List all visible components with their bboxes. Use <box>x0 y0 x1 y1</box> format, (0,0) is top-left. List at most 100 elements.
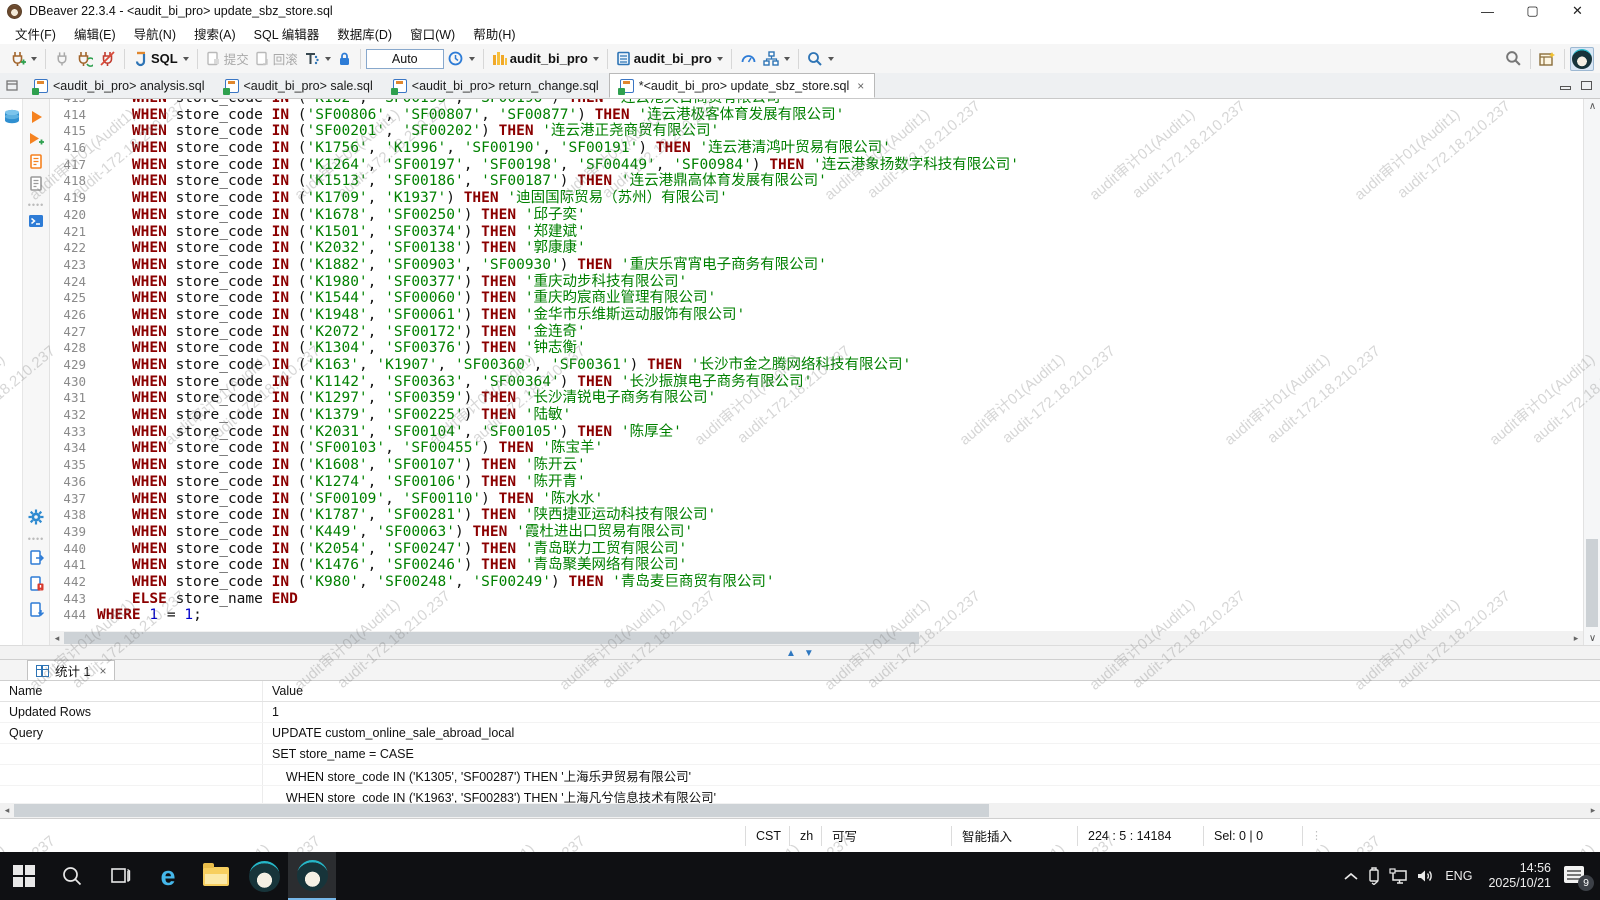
database-selector[interactable]: audit_bi_pro <box>613 47 726 71</box>
dbeaver-taskbar-button[interactable] <box>240 852 288 900</box>
editor-horizontal-scrollbar[interactable]: ◂ ▸ <box>50 631 1583 645</box>
menu-item-edit[interactable]: 编辑(E) <box>65 21 125 46</box>
maximize-panel-icon[interactable]: ▲ <box>786 648 796 659</box>
sql-search-button[interactable] <box>804 47 837 71</box>
code-line-433[interactable]: 433 WHEN store_code IN ('K2031', 'SF0010… <box>50 424 1583 441</box>
code-line-434[interactable]: 434 WHEN store_code IN ('SF00103', 'SF00… <box>50 440 1583 457</box>
quick-access-search-button[interactable] <box>1502 47 1525 71</box>
code-line-435[interactable]: 435 WHEN store_code IN ('K1608', 'SF0010… <box>50 457 1583 474</box>
transaction-log-button[interactable] <box>301 47 334 71</box>
taskbar-clock[interactable]: 14:56 2025/10/21 <box>1482 861 1557 891</box>
settings-gear-button[interactable] <box>26 507 46 527</box>
menu-item-sql-editor[interactable]: SQL 编辑器 <box>245 21 329 46</box>
reconnect-button[interactable] <box>73 47 96 71</box>
minimize-panel-icon[interactable]: ▼ <box>804 648 814 659</box>
minimize-editor-button[interactable] <box>1560 86 1571 90</box>
scrollbar-thumb[interactable] <box>14 804 989 817</box>
rollback-button[interactable]: 回滚 <box>252 47 301 71</box>
code-line-428[interactable]: 428 WHEN store_code IN ('K1304', 'SF0037… <box>50 340 1583 357</box>
table-row[interactable]: Updated Rows1 <box>0 702 1600 723</box>
tray-chevron-up-icon[interactable] <box>1343 871 1359 881</box>
database-navigator-icon[interactable] <box>2 107 22 127</box>
code-line-418[interactable]: 418 WHEN store_code IN ('K1513', 'SF0018… <box>50 173 1583 190</box>
start-button[interactable] <box>0 852 48 900</box>
code-line-430[interactable]: 430 WHEN store_code IN ('K1142', 'SF0036… <box>50 374 1583 391</box>
menu-item-window[interactable]: 窗口(W) <box>401 21 464 46</box>
scroll-up-icon[interactable]: ∧ <box>1584 99 1600 113</box>
scroll-left-icon[interactable]: ◂ <box>0 803 14 817</box>
code-line-443[interactable]: 443 ELSE store_name END <box>50 591 1583 608</box>
minimize-window-button[interactable]: — <box>1465 0 1510 22</box>
scroll-right-icon[interactable]: ▸ <box>1586 803 1600 817</box>
execute-statement-button[interactable] <box>26 107 46 127</box>
action-center-button[interactable]: 9 <box>1564 864 1590 888</box>
autocommit-mode-select[interactable]: Auto <box>366 49 444 69</box>
code-line-425[interactable]: 425 WHEN store_code IN ('K1544', 'SF0006… <box>50 290 1583 307</box>
column-header-name[interactable]: Name <box>0 681 263 701</box>
editor-vertical-scrollbar[interactable]: ∧ ∨ <box>1583 99 1600 645</box>
sql-editor-button[interactable]: SQL <box>130 47 192 71</box>
dbeaver-perspective-button[interactable] <box>1570 47 1594 71</box>
menu-item-navigate[interactable]: 导航(N) <box>125 21 185 46</box>
volume-icon[interactable] <box>1416 868 1435 884</box>
execute-new-tab-button[interactable] <box>26 129 46 149</box>
taskbar-search-button[interactable] <box>48 852 96 900</box>
close-icon[interactable]: × <box>99 664 106 678</box>
transaction-history-button[interactable] <box>444 47 478 71</box>
dashboard-button[interactable] <box>737 47 760 71</box>
table-row[interactable]: SET store_name = CASE <box>0 744 1600 765</box>
usb-device-icon[interactable] <box>1366 867 1382 885</box>
code-line-438[interactable]: 438 WHEN store_code IN ('K1787', 'SF0028… <box>50 507 1583 524</box>
scroll-down-icon[interactable]: ∨ <box>1584 631 1600 645</box>
scroll-right-icon[interactable]: ▸ <box>1569 631 1583 645</box>
export-file-button[interactable] <box>26 547 46 567</box>
editor-tab-2[interactable]: <audit_bi_pro> return_change.sql <box>383 73 609 98</box>
sql-console-button[interactable] <box>26 211 46 231</box>
scroll-left-icon[interactable]: ◂ <box>50 631 64 645</box>
editor-tab-1[interactable]: <audit_bi_pro> sale.sql <box>215 73 383 98</box>
commit-button[interactable]: 提交 <box>203 47 252 71</box>
close-window-button[interactable]: ✕ <box>1555 0 1600 22</box>
code-line-444[interactable]: 444WHERE 1 = 1; <box>50 607 1583 624</box>
code-line-417[interactable]: 417 WHEN store_code IN ('K1264', 'SF0019… <box>50 157 1583 174</box>
code-line-427[interactable]: 427 WHEN store_code IN ('K2072', 'SF0017… <box>50 324 1583 341</box>
code-line-432[interactable]: 432 WHEN store_code IN ('K1379', 'SF0022… <box>50 407 1583 424</box>
save-file-button[interactable] <box>26 599 46 619</box>
code-line-423[interactable]: 423 WHEN store_code IN ('K1882', 'SF0090… <box>50 257 1583 274</box>
error-file-button[interactable] <box>26 573 46 593</box>
open-perspective-button[interactable] <box>1536 47 1559 71</box>
code-line-420[interactable]: 420 WHEN store_code IN ('K1678', 'SF0025… <box>50 207 1583 224</box>
menu-item-database[interactable]: 数据库(D) <box>328 21 401 46</box>
code-line-441[interactable]: 441 WHEN store_code IN ('K1476', 'SF0024… <box>50 557 1583 574</box>
code-line-436[interactable]: 436 WHEN store_code IN ('K1274', 'SF0010… <box>50 474 1583 491</box>
code-line-421[interactable]: 421 WHEN store_code IN ('K1501', 'SF0037… <box>50 224 1583 241</box>
editor-tab-0[interactable]: <audit_bi_pro> analysis.sql <box>24 73 215 98</box>
code-line-426[interactable]: 426 WHEN store_code IN ('K1948', 'SF0006… <box>50 307 1583 324</box>
code-line-419[interactable]: 419 WHEN store_code IN ('K1709', 'K1937'… <box>50 190 1583 207</box>
stats-horizontal-scrollbar[interactable]: ◂ ▸ <box>0 803 1600 818</box>
statistics-tab[interactable]: 统计 1 × <box>27 660 115 680</box>
new-connection-button[interactable] <box>6 47 40 71</box>
maximize-window-button[interactable]: ▢ <box>1510 0 1555 22</box>
restore-panel-icon[interactable] <box>0 73 24 98</box>
task-view-button[interactable] <box>96 852 144 900</box>
close-icon[interactable]: × <box>857 79 864 93</box>
menu-item-help[interactable]: 帮助(H) <box>464 21 524 46</box>
code-editor[interactable]: 413 WHEN store_code IN ('K162', 'SF00195… <box>50 99 1583 631</box>
code-line-414[interactable]: 414 WHEN store_code IN ('SF00806', 'SF00… <box>50 107 1583 124</box>
explain-plan-button[interactable] <box>26 173 46 193</box>
connect-button[interactable] <box>51 47 73 71</box>
scrollbar-thumb[interactable] <box>64 632 919 644</box>
execute-script-button[interactable] <box>26 151 46 171</box>
editor-tab-3[interactable]: *<audit_bi_pro> update_sbz_store.sql× <box>609 73 876 98</box>
menu-item-file[interactable]: 文件(F) <box>6 21 65 46</box>
network-profile-button[interactable] <box>760 47 793 71</box>
code-line-429[interactable]: 429 WHEN store_code IN ('K163', 'K1907',… <box>50 357 1583 374</box>
code-line-439[interactable]: 439 WHEN store_code IN ('K449', 'SF00063… <box>50 524 1583 541</box>
code-line-422[interactable]: 422 WHEN store_code IN ('K2032', 'SF0013… <box>50 240 1583 257</box>
code-line-416[interactable]: 416 WHEN store_code IN ('K1756', 'K1996'… <box>50 140 1583 157</box>
internet-explorer-button[interactable]: e <box>144 852 192 900</box>
file-explorer-button[interactable] <box>192 852 240 900</box>
column-header-value[interactable]: Value <box>263 684 303 698</box>
code-line-424[interactable]: 424 WHEN store_code IN ('K1980', 'SF0037… <box>50 274 1583 291</box>
